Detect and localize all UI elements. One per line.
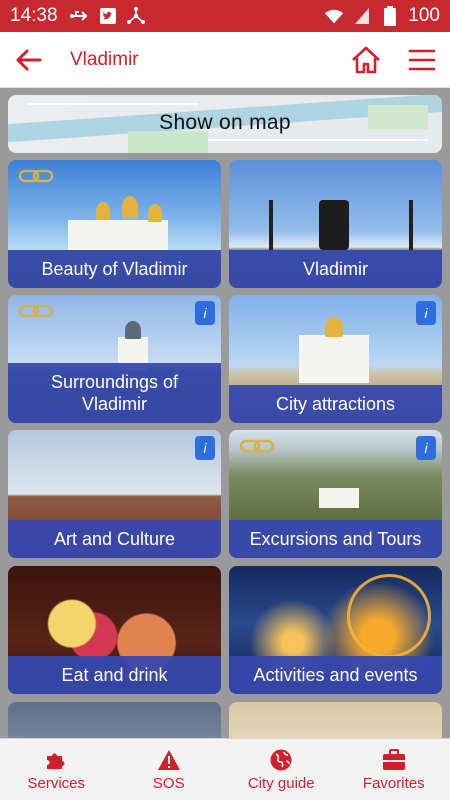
nav-label: Favorites (362, 774, 425, 792)
menu-icon (408, 49, 436, 70)
status-bar: 14:38 100 (0, 0, 450, 32)
show-on-map-label: Show on map (159, 111, 291, 134)
tile-city-attractions[interactable]: i City attractions (229, 295, 442, 423)
app-bar: Vladimir (0, 32, 450, 88)
info-badge[interactable]: i (195, 301, 215, 325)
nav-favorites[interactable]: Favorites (338, 739, 450, 800)
tile-label: Activities and events (229, 656, 442, 694)
tile-partial[interactable] (8, 702, 221, 738)
menu-button[interactable] (394, 32, 450, 88)
tile-photo (8, 702, 221, 738)
ferris-wheel (347, 574, 431, 658)
tile-art-and-culture[interactable]: i Art and Culture (8, 430, 221, 558)
globe-icon (269, 748, 293, 772)
dome (325, 317, 343, 337)
nav-services[interactable]: Services (0, 739, 113, 800)
status-time: 14:38 (10, 5, 58, 26)
map-road (208, 139, 428, 141)
nav-sos[interactable]: SOS (113, 739, 226, 800)
tile-excursions-and-tours[interactable]: i Excursions and Tours (229, 430, 442, 558)
warning-icon (157, 748, 181, 772)
info-badge[interactable]: i (416, 301, 436, 325)
signal-icon (352, 6, 372, 26)
wifi-icon (324, 6, 344, 26)
tile-surroundings-of-vladimir[interactable]: i Surroundings of Vladimir (8, 295, 221, 423)
page-title: Vladimir (70, 48, 139, 70)
back-arrow-icon (16, 49, 42, 70)
dome (125, 321, 141, 339)
tile-vladimir[interactable]: Vladimir (229, 160, 442, 288)
bottom-navigation: Services SOS City guide Favorites (0, 738, 450, 800)
battery-icon (380, 6, 400, 26)
dome (148, 204, 162, 222)
battery-level: 100 (408, 5, 440, 26)
home-button[interactable] (338, 32, 394, 88)
tile-partial[interactable] (229, 702, 442, 738)
share-icon (126, 6, 146, 26)
tile-label: Art and Culture (8, 520, 221, 558)
lamp-post (409, 200, 413, 250)
map-road (28, 103, 198, 105)
link-icon (18, 304, 54, 318)
dome (96, 202, 110, 220)
golden-gate (299, 335, 369, 383)
twitter-icon (98, 6, 118, 26)
tile-photo (229, 702, 442, 738)
show-on-map-banner[interactable]: Show on map (8, 95, 442, 153)
tile-label: Excursions and Tours (229, 520, 442, 558)
nav-city-guide[interactable]: City guide (225, 739, 338, 800)
tile-label: City attractions (229, 385, 442, 423)
cathedral-wall (68, 220, 168, 250)
dome (122, 196, 138, 218)
info-badge[interactable]: i (416, 436, 436, 460)
tile-label: Eat and drink (8, 656, 221, 694)
status-icons-right: 100 (324, 5, 440, 27)
info-badge[interactable]: i (195, 436, 215, 460)
lamp-post (269, 200, 273, 250)
briefcase-icon (382, 748, 406, 772)
status-icons-left (69, 6, 146, 26)
cathedral-aerial (319, 488, 359, 508)
tile-activities-and-events[interactable]: Activities and events (229, 566, 442, 694)
puzzle-icon (44, 748, 68, 772)
tile-label: Surroundings of Vladimir (8, 363, 221, 423)
content-area: Show on map Beauty of Vladimir Vladimir … (0, 88, 450, 738)
tile-label: Vladimir (229, 250, 442, 288)
nav-label: Services (27, 774, 86, 792)
nav-label: City guide (247, 774, 315, 792)
usb-icon (69, 6, 90, 26)
back-button[interactable] (0, 32, 56, 88)
monument (319, 200, 349, 250)
tile-label: Beauty of Vladimir (8, 250, 221, 288)
tile-eat-and-drink[interactable]: Eat and drink (8, 566, 221, 694)
link-icon (18, 169, 54, 183)
tile-beauty-of-vladimir[interactable]: Beauty of Vladimir (8, 160, 221, 288)
home-icon (352, 46, 380, 73)
link-icon (239, 439, 275, 453)
nav-label: SOS (152, 774, 185, 792)
app-actions (338, 32, 450, 88)
